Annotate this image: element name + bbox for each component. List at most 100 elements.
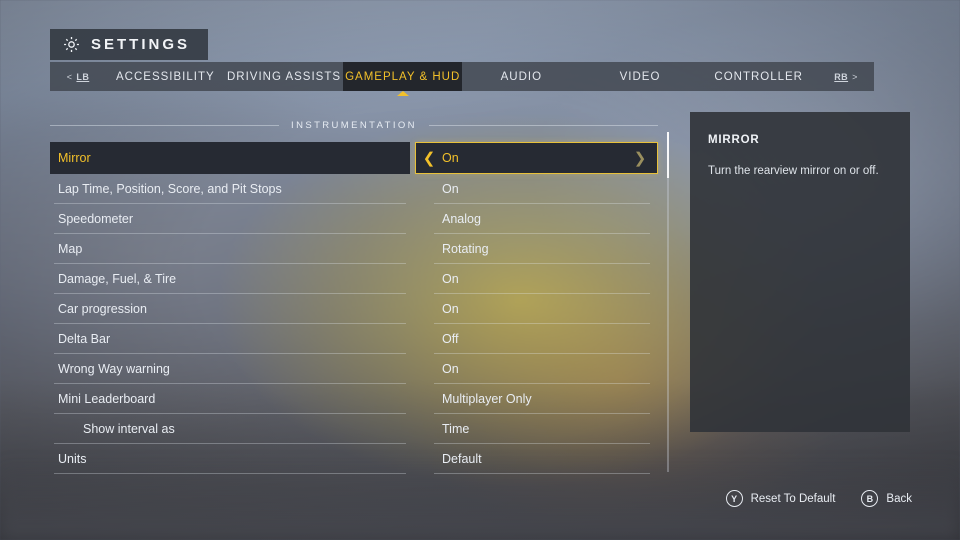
setting-value: Time [442, 422, 470, 436]
setting-value: Off [442, 332, 459, 346]
setting-label-cell: Lap Time, Position, Score, and Pit Stops [50, 174, 410, 204]
setting-value-cell[interactable]: On [410, 294, 658, 324]
setting-row-car-progression[interactable]: Car progression On [50, 294, 658, 324]
tab-controller[interactable]: CONTROLLER [699, 62, 818, 91]
tab-label: GAMEPLAY & HUD [345, 70, 461, 83]
tab-label: VIDEO [619, 70, 661, 83]
setting-value-cell[interactable]: Analog [410, 204, 658, 234]
left-bumper-key: LB [76, 71, 90, 82]
button-b-icon: B [861, 490, 879, 507]
value-selector[interactable]: ❮ On ❯ [415, 142, 658, 174]
setting-label-cell: Wrong Way warning [50, 354, 410, 384]
setting-value-cell[interactable]: On [410, 264, 658, 294]
reset-to-default-button[interactable]: Y Reset To Default [725, 490, 836, 507]
setting-value-cell[interactable]: Rotating [410, 234, 658, 264]
setting-row-speedometer[interactable]: Speedometer Analog [50, 204, 658, 234]
setting-value-cell[interactable]: Time [410, 414, 658, 444]
setting-label: Show interval as [83, 422, 175, 436]
setting-label-cell: Speedometer [50, 204, 410, 234]
setting-label-cell: Units [50, 444, 410, 474]
setting-row-map[interactable]: Map Rotating [50, 234, 658, 264]
active-tab-caret-icon [396, 91, 409, 96]
setting-value: Multiplayer Only [442, 392, 532, 406]
tab-gameplay-and-hud[interactable]: GAMEPLAY & HUD [343, 62, 463, 96]
setting-value-cell[interactable]: On [410, 174, 658, 204]
footer-actions: Y Reset To Default B Back [725, 490, 912, 507]
setting-value: On [442, 272, 459, 286]
setting-value-cell[interactable]: Default [410, 444, 658, 474]
setting-row-lap-time[interactable]: Lap Time, Position, Score, and Pit Stops… [50, 174, 658, 204]
back-label: Back [886, 492, 912, 505]
reset-to-default-label: Reset To Default [750, 492, 836, 505]
setting-row-mini-leaderboard[interactable]: Mini Leaderboard Multiplayer Only [50, 384, 658, 414]
gear-icon [62, 35, 81, 54]
tab-accessibility[interactable]: ACCESSIBILITY [106, 62, 225, 91]
settings-list: Mirror ❮ On ❯ Lap Time, Position, Score,… [50, 142, 658, 474]
setting-label-cell: Map [50, 234, 410, 264]
tab-video[interactable]: VIDEO [581, 62, 700, 91]
tab-label: DRIVING ASSISTS [226, 70, 342, 83]
section-rule-right [428, 125, 658, 126]
description-body: Turn the rearview mirror on or off. [708, 165, 879, 177]
section-title: INSTRUMENTATION [291, 120, 417, 131]
section-header: INSTRUMENTATION [50, 120, 658, 131]
left-bumper-hint[interactable]: < LB [50, 62, 106, 91]
scrollbar-thumb[interactable] [667, 132, 669, 178]
setting-value-cell[interactable]: Multiplayer Only [410, 384, 658, 414]
settings-tabbar[interactable]: < LB ACCESSIBILITY DRIVING ASSISTS GAMEP… [50, 62, 874, 96]
setting-value: On [442, 362, 459, 376]
setting-label-cell: Car progression [50, 294, 410, 324]
page-title: SETTINGS [91, 36, 191, 53]
setting-value: On [442, 151, 459, 165]
setting-label-cell: Mirror [50, 142, 410, 174]
setting-value-cell[interactable]: On [410, 354, 658, 384]
setting-label-cell: Delta Bar [50, 324, 410, 354]
tab-audio[interactable]: AUDIO [462, 62, 581, 91]
setting-label: Wrong Way warning [58, 362, 170, 376]
setting-value: Rotating [442, 242, 489, 256]
description-panel: MIRROR Turn the rearview mirror on or of… [690, 112, 910, 432]
button-y-icon: Y [725, 490, 743, 507]
setting-label-cell: Damage, Fuel, & Tire [50, 264, 410, 294]
setting-label: Delta Bar [58, 332, 111, 346]
right-bumper-hint[interactable]: RB > [818, 62, 874, 91]
setting-value: On [442, 182, 459, 196]
row-divider [54, 473, 406, 474]
setting-value: Analog [442, 212, 481, 226]
setting-row-wrong-way-warning[interactable]: Wrong Way warning On [50, 354, 658, 384]
setting-label: Map [58, 242, 83, 256]
left-bumper-arrow: < [66, 71, 73, 82]
settings-title-chip: SETTINGS [50, 29, 209, 60]
setting-row-units[interactable]: Units Default [50, 444, 658, 474]
setting-label: Speedometer [58, 212, 134, 226]
setting-label: Car progression [58, 302, 147, 316]
row-divider [434, 473, 650, 474]
right-bumper-key: RB [834, 71, 849, 82]
setting-value: On [442, 302, 459, 316]
setting-row-mirror[interactable]: Mirror ❮ On ❯ [50, 142, 658, 174]
setting-label: Mini Leaderboard [58, 392, 156, 406]
setting-value-cell[interactable]: Off [410, 324, 658, 354]
tab-label: AUDIO [500, 70, 543, 83]
scrollbar-track[interactable] [667, 132, 669, 472]
chevron-left-icon[interactable]: ❮ [416, 151, 442, 166]
setting-row-delta-bar[interactable]: Delta Bar Off [50, 324, 658, 354]
tab-list: ACCESSIBILITY DRIVING ASSISTS GAMEPLAY &… [106, 62, 818, 96]
setting-value: Default [442, 452, 482, 466]
setting-label: Damage, Fuel, & Tire [58, 272, 177, 286]
settings-screen: SETTINGS < LB ACCESSIBILITY DRIVING ASSI… [0, 0, 960, 540]
tab-label: CONTROLLER [714, 70, 803, 83]
setting-row-show-interval-as[interactable]: Show interval as Time [50, 414, 658, 444]
back-button[interactable]: B Back [861, 490, 912, 507]
tab-label: ACCESSIBILITY [116, 70, 215, 83]
setting-label: Mirror [58, 151, 91, 165]
chevron-right-icon[interactable]: ❯ [627, 151, 653, 166]
setting-value-cell[interactable]: ❮ On ❯ [410, 142, 658, 174]
right-bumper-arrow: > [852, 71, 858, 82]
setting-label: Units [58, 452, 87, 466]
setting-row-damage-fuel-tire[interactable]: Damage, Fuel, & Tire On [50, 264, 658, 294]
setting-label-cell: Mini Leaderboard [50, 384, 410, 414]
tab-driving-assists[interactable]: DRIVING ASSISTS [225, 62, 344, 91]
description-title: MIRROR [708, 134, 760, 146]
setting-label-cell: Show interval as [50, 414, 410, 444]
